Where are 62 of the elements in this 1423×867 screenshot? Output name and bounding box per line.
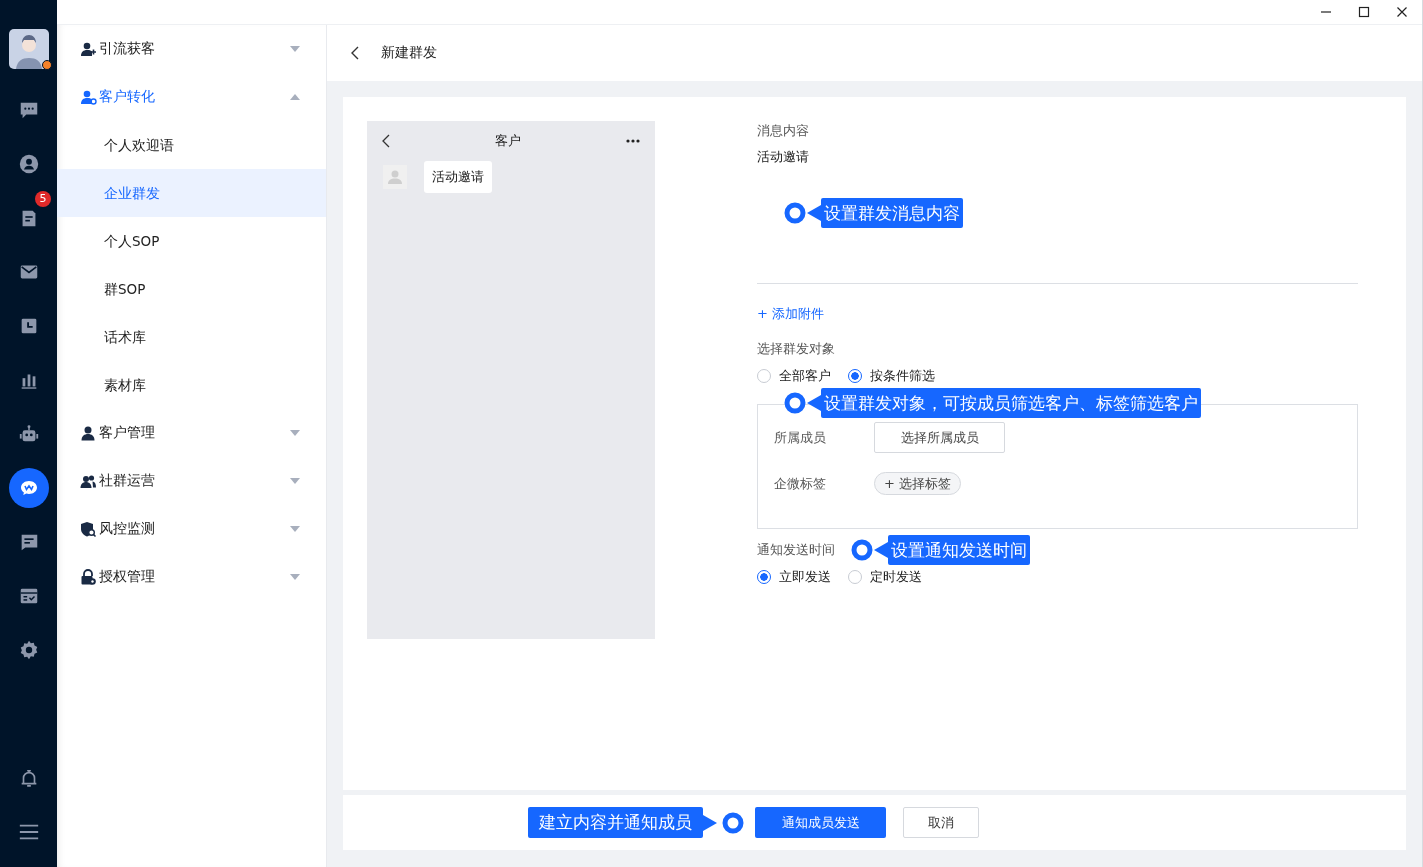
users-icon xyxy=(80,472,97,490)
marker-ring-icon xyxy=(722,811,744,834)
menu-item[interactable]: 群SOP xyxy=(57,265,326,313)
chat-title: 客户 xyxy=(494,132,522,150)
caret-up-icon xyxy=(290,94,300,100)
message-bubble: 活动邀请 xyxy=(424,161,492,193)
user-circle-icon xyxy=(17,153,40,175)
user-icon xyxy=(80,424,97,442)
close-icon[interactable] xyxy=(1396,6,1408,18)
marker-ring-icon xyxy=(784,392,806,414)
pointer-icon xyxy=(703,814,717,831)
rail-button[interactable] xyxy=(17,153,40,175)
back-icon xyxy=(382,134,390,148)
menu-group[interactable]: 客户转化 xyxy=(57,73,326,121)
cancel-button[interactable]: 取消 xyxy=(903,807,979,838)
user-refresh-icon xyxy=(80,88,97,106)
menu-item[interactable]: 话术库 xyxy=(57,313,326,361)
caret-down-icon xyxy=(290,526,300,532)
message-text: 活动邀请 xyxy=(757,148,810,166)
avatar-icon[interactable] xyxy=(8,29,49,69)
field-label: 所属成员 xyxy=(774,428,827,447)
menu-group[interactable]: 风控监测 xyxy=(57,505,326,553)
marker-ring-icon xyxy=(784,202,806,224)
shield-search-icon xyxy=(80,520,97,538)
menu-item[interactable]: 素材库 xyxy=(57,361,326,409)
status-dot xyxy=(41,60,52,70)
menu-item[interactable]: 个人欢迎语 xyxy=(57,121,326,169)
field-label: 通知发送时间 xyxy=(757,542,835,557)
maximize-icon[interactable] xyxy=(1358,6,1370,18)
pointer-icon xyxy=(807,395,821,411)
caret-down-icon xyxy=(290,574,300,580)
page-title: 新建群发 xyxy=(381,44,437,62)
radio-option[interactable]: 定时发送 xyxy=(848,568,922,586)
menu-group[interactable]: 授权管理 xyxy=(57,553,326,601)
menu-item[interactable]: 企业群发 xyxy=(57,169,326,217)
pointer-icon xyxy=(807,205,821,221)
field-label: 消息内容 xyxy=(757,122,810,140)
menu-group[interactable]: 引流获客 xyxy=(57,25,326,73)
menu-group[interactable]: 客户管理 xyxy=(57,409,326,457)
pointer-icon xyxy=(874,542,888,558)
more-icon xyxy=(626,139,640,143)
caret-down-icon xyxy=(290,46,300,52)
notify-send-button[interactable]: 通知成员发送 xyxy=(755,807,886,838)
menu-group[interactable]: 社群运营 xyxy=(57,457,326,505)
lock-gear-icon xyxy=(80,568,97,586)
caret-down-icon xyxy=(290,430,300,436)
rail-button[interactable] xyxy=(8,468,49,508)
marker-ring-icon xyxy=(851,539,873,561)
add-attachment-link[interactable]: + 添加附件 xyxy=(757,304,1358,324)
radio-option[interactable]: 立即发送 xyxy=(757,568,831,586)
menu-item[interactable]: 个人SOP xyxy=(57,217,326,265)
radio-option[interactable]: 按条件筛选 xyxy=(848,367,935,385)
user-plus-icon xyxy=(80,40,97,58)
caret-down-icon xyxy=(290,478,300,484)
back-icon[interactable] xyxy=(351,46,359,60)
field-label: 企微标签 xyxy=(774,474,827,493)
notification-badge: 5 xyxy=(35,191,51,207)
radio-option[interactable]: 全部客户 xyxy=(757,367,831,385)
field-label: 选择群发对象 xyxy=(757,340,836,358)
select-tag-button[interactable]: + 选择标签 xyxy=(874,472,962,495)
avatar-icon xyxy=(383,165,407,189)
select-member-button[interactable]: 选择所属成员 xyxy=(874,422,1005,453)
